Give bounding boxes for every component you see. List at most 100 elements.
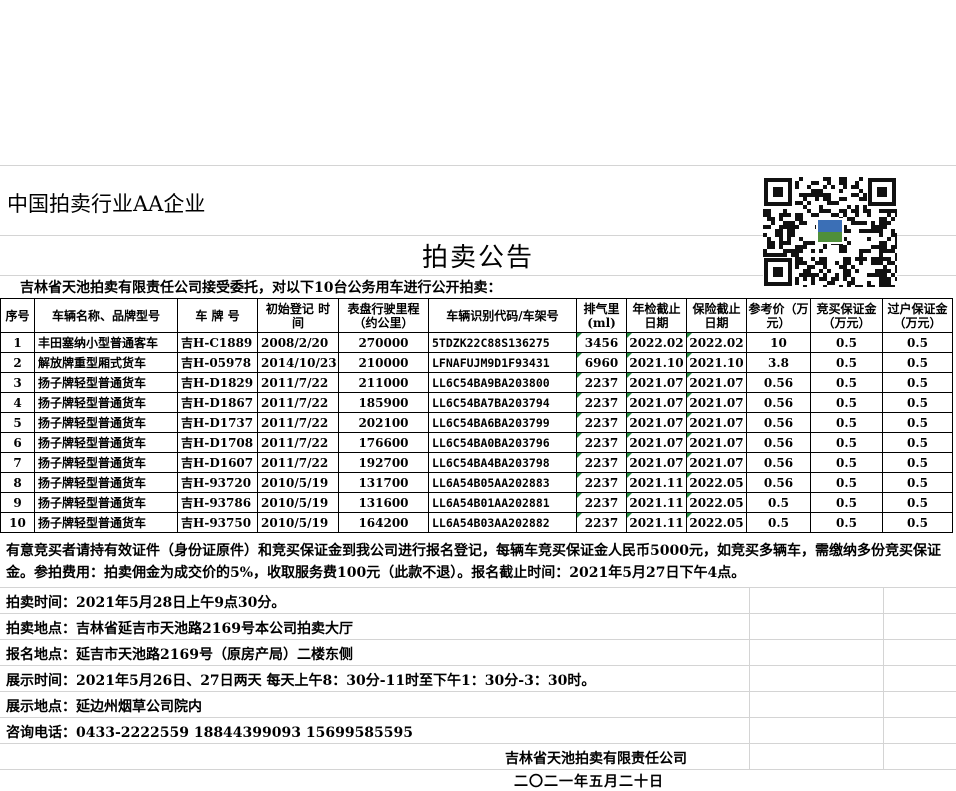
table-cell: 2014/10/23 bbox=[257, 352, 339, 373]
auction-place: 拍卖地点：吉林省延吉市天池路2169号本公司拍卖大厅 bbox=[6, 621, 353, 637]
table-cell: 2021.07 bbox=[686, 372, 747, 393]
table-cell: 7 bbox=[0, 452, 35, 473]
table-row: 4 扬子牌轻型普通货车 吉H-D1867 2011/7/22 185900 LL6C54B… bbox=[0, 392, 953, 413]
table-cell: 3.8 bbox=[746, 352, 811, 373]
display-time: 展示时间：2021年5月26日、27日两天 每天上午8：30分-11时至下午1：… bbox=[6, 673, 596, 689]
table-cell: 2011/7/22 bbox=[257, 372, 339, 393]
table-cell: 2021.07 bbox=[686, 392, 747, 413]
table-cell: 扬子牌轻型普通货车 bbox=[34, 372, 178, 393]
column-header: 参考价（万元） bbox=[746, 298, 811, 333]
table-cell: 扬子牌轻型普通货车 bbox=[34, 492, 178, 513]
table-cell: 192700 bbox=[338, 452, 429, 473]
column-header: 过户保证金（万元） bbox=[882, 298, 953, 333]
table-cell: 1 bbox=[0, 332, 35, 353]
table-cell: 131700 bbox=[338, 472, 429, 493]
column-header: 年检截止日期 bbox=[626, 298, 687, 333]
table-cell: 吉H-D1708 bbox=[177, 432, 258, 453]
table-cell: 131600 bbox=[338, 492, 429, 513]
table-cell: LFNAFUJM9D1F93431 bbox=[428, 352, 577, 373]
table-cell: 10 bbox=[0, 512, 35, 533]
table-cell: 2011/7/22 bbox=[257, 392, 339, 413]
grid-line bbox=[0, 587, 956, 588]
table-row: 7 扬子牌轻型普通货车 吉H-D1607 2011/7/22 192700 LL6C54B… bbox=[0, 452, 953, 473]
table-cell: 扬子牌轻型普通货车 bbox=[34, 392, 178, 413]
table-cell: 0.56 bbox=[746, 392, 811, 413]
table-cell: 0.5 bbox=[882, 392, 953, 413]
table-cell: 0.5 bbox=[810, 512, 883, 533]
signup-place: 报名地点：延吉市天池路2169号（原房产局）二楼东侧 bbox=[6, 647, 353, 663]
grid-line bbox=[0, 691, 956, 692]
table-cell: 吉H-D1737 bbox=[177, 412, 258, 433]
table-cell: 0.5 bbox=[882, 412, 953, 433]
table-cell: 2021.07 bbox=[686, 452, 747, 473]
company-tag: 中国拍卖行业AA企业 bbox=[7, 192, 206, 216]
table-cell: 扬子牌轻型普通货车 bbox=[34, 512, 178, 533]
table-cell: 0.5 bbox=[882, 352, 953, 373]
signature-company: 吉林省天池拍卖有限责任公司 bbox=[505, 751, 687, 767]
table-cell: 2 bbox=[0, 352, 35, 373]
table-cell: LL6C54BA7BA203794 bbox=[428, 392, 577, 413]
table-row: 9 扬子牌轻型普通货车 吉H-93786 2010/5/19 131600 LL6A54B… bbox=[0, 492, 953, 513]
table-cell: 0.5 bbox=[810, 392, 883, 413]
table-row: 5 扬子牌轻型普通货车 吉H-D1737 2011/7/22 202100 LL6C54B… bbox=[0, 412, 953, 433]
table-cell: 丰田塞纳小型普通客车 bbox=[34, 332, 178, 353]
notice-paragraph: 有意竞买者请持有效证件（身份证原件）和竞买保证金到我公司进行报名登记，每辆车竞买… bbox=[6, 543, 941, 581]
table-cell: 扬子牌轻型普通货车 bbox=[34, 432, 178, 453]
table-cell: 2010/5/19 bbox=[257, 512, 339, 533]
table-cell: 2021.07 bbox=[626, 432, 687, 453]
table-cell: 2237 bbox=[576, 512, 627, 533]
table-cell: 0.5 bbox=[746, 492, 811, 513]
table-cell: 2021.07 bbox=[626, 452, 687, 473]
column-header: 车辆名称、品牌型号 bbox=[34, 298, 178, 333]
table-cell: 2021.11 bbox=[626, 472, 687, 493]
page-title: 拍卖公告 bbox=[421, 243, 534, 273]
table-cell: LL6A54B03AA202882 bbox=[428, 512, 577, 533]
column-header: 车 牌 号 bbox=[177, 298, 258, 333]
table-cell: 吉H-93720 bbox=[177, 472, 258, 493]
table-cell: 2022.05 bbox=[686, 492, 747, 513]
table-cell: 吉H-93750 bbox=[177, 512, 258, 533]
table-cell: 211000 bbox=[338, 372, 429, 393]
table-cell: 210000 bbox=[338, 352, 429, 373]
table-cell: LL6C54BA0BA203796 bbox=[428, 432, 577, 453]
table-cell: 2021.07 bbox=[626, 412, 687, 433]
table-row: 6 扬子牌轻型普通货车 吉H-D1708 2011/7/22 176600 LL6C54B… bbox=[0, 432, 953, 453]
table-cell: 10 bbox=[746, 332, 811, 353]
table-cell: 2021.11 bbox=[626, 492, 687, 513]
table-cell: 0.5 bbox=[810, 332, 883, 353]
table-cell: 扬子牌轻型普通货车 bbox=[34, 452, 178, 473]
table-cell: 扬子牌轻型普通货车 bbox=[34, 412, 178, 433]
grid-line bbox=[749, 587, 750, 769]
table-cell: 0.56 bbox=[746, 472, 811, 493]
table-cell: 0.5 bbox=[882, 492, 953, 513]
table-cell: 0.5 bbox=[810, 492, 883, 513]
column-header: 车辆识别代码/车架号 bbox=[428, 298, 577, 333]
table-cell: 4 bbox=[0, 392, 35, 413]
table-cell: 9 bbox=[0, 492, 35, 513]
table-cell: 0.5 bbox=[810, 472, 883, 493]
table-cell: 6960 bbox=[576, 352, 627, 373]
table-header-row: 序号 车辆名称、品牌型号车 牌 号初始登记 时 间表盘行驶里程（约公里） 车辆识别代… bbox=[0, 298, 953, 333]
table-row: 1 丰田塞纳小型普通客车 吉H-C1889 2008/2/20 270000 5TDZK2… bbox=[0, 332, 953, 353]
table-cell: 0.5 bbox=[882, 472, 953, 493]
table-cell: 2010/5/19 bbox=[257, 472, 339, 493]
table-cell: 0.56 bbox=[746, 412, 811, 433]
table-cell: 6 bbox=[0, 432, 35, 453]
table-cell: 0.5 bbox=[882, 432, 953, 453]
table-cell: 吉H-D1867 bbox=[177, 392, 258, 413]
table-cell: 2011/7/22 bbox=[257, 432, 339, 453]
table-cell: 吉H-D1829 bbox=[177, 372, 258, 393]
table-cell: 0.5 bbox=[746, 512, 811, 533]
table-row: 8 扬子牌轻型普通货车 吉H-93720 2010/5/19 131700 LL6A54B… bbox=[0, 472, 953, 493]
table-row: 2 解放牌重型厢式货车 吉H-05978 2014/10/23 210000 LFNAFU… bbox=[0, 352, 953, 373]
table-cell: LL6C54BA6BA203799 bbox=[428, 412, 577, 433]
table-cell: 扬子牌轻型普通货车 bbox=[34, 472, 178, 493]
table-row: 3 扬子牌轻型普通货车 吉H-D1829 2011/7/22 211000 LL6C54B… bbox=[0, 372, 953, 393]
table-cell: 0.5 bbox=[882, 512, 953, 533]
table-cell: 2022.05 bbox=[686, 472, 747, 493]
table-cell: 2021.11 bbox=[626, 512, 687, 533]
table-cell: 0.5 bbox=[810, 452, 883, 473]
table-cell: 2237 bbox=[576, 492, 627, 513]
table-cell: 吉H-D1607 bbox=[177, 452, 258, 473]
table-cell: 2022.02 bbox=[686, 332, 747, 353]
